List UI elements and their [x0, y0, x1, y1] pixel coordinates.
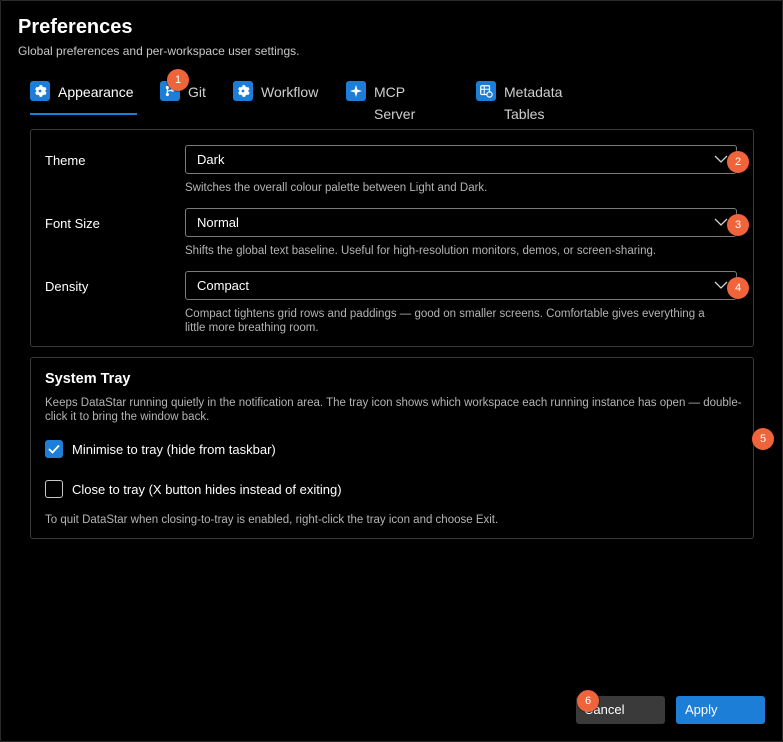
close-to-tray-label: Close to tray (X button hides instead of…	[72, 481, 342, 497]
density-select[interactable]: Compact	[185, 271, 737, 300]
minimise-to-tray-label: Minimise to tray (hide from taskbar)	[72, 441, 276, 457]
sparkle-icon	[346, 81, 366, 101]
tab-label: Git	[188, 84, 206, 100]
annotation-marker: 4	[727, 277, 749, 299]
tray-quit-note: To quit DataStar when closing-to-tray is…	[45, 514, 499, 526]
tab-appearance[interactable]: Appearance	[30, 81, 137, 115]
active-tab-indicator	[30, 113, 137, 115]
theme-value: Dark	[197, 152, 225, 167]
theme-help: Switches the overall colour palette betw…	[185, 182, 488, 194]
preferences-window: Preferences Global preferences and per-w…	[0, 0, 783, 742]
tab-label: Metadata Tables	[504, 84, 563, 122]
chevron-down-icon	[714, 281, 728, 289]
tab-workflow[interactable]: Workflow	[233, 81, 318, 115]
annotation-marker: 2	[727, 151, 749, 173]
table-settings-icon	[476, 81, 496, 101]
system-tray-panel: System Tray Keeps DataStar running quiet…	[30, 357, 754, 539]
chevron-down-icon	[714, 155, 728, 163]
close-to-tray-checkbox[interactable]	[45, 480, 63, 498]
minimise-to-tray-option[interactable]: Minimise to tray (hide from taskbar)	[45, 440, 276, 458]
page-subtitle: Global preferences and per-workspace use…	[18, 44, 300, 58]
system-tray-title: System Tray	[45, 371, 131, 387]
density-help: Compact tightens grid rows and paddings …	[185, 308, 705, 334]
font-size-label: Font Size	[45, 216, 100, 231]
minimise-to-tray-checkbox[interactable]	[45, 440, 63, 458]
theme-label: Theme	[45, 153, 86, 168]
system-tray-description: Keeps DataStar running quietly in the no…	[45, 397, 742, 423]
gear-icon	[233, 81, 253, 101]
annotation-marker: 1	[167, 69, 189, 91]
annotation-marker: 5	[752, 428, 774, 450]
page-title: Preferences	[18, 16, 133, 38]
density-value: Compact	[197, 278, 250, 293]
chevron-down-icon	[714, 218, 728, 226]
tab-label: Workflow	[261, 84, 319, 100]
checkmark-icon	[48, 444, 60, 454]
tab-metadata-tables[interactable]: Metadata Tables	[476, 81, 562, 122]
apply-button[interactable]: Apply	[676, 696, 765, 724]
font-size-help: Shifts the global text baseline. Useful …	[185, 245, 657, 257]
appearance-panel: Theme Dark Switches the overall colour p…	[30, 129, 754, 347]
font-size-value: Normal	[197, 215, 239, 230]
close-to-tray-option[interactable]: Close to tray (X button hides instead of…	[45, 480, 342, 498]
tab-mcp-server[interactable]: MCP Server	[346, 81, 415, 122]
tab-label: MCP Server	[374, 84, 416, 122]
tab-label: Appearance	[58, 84, 134, 100]
theme-select[interactable]: Dark	[185, 145, 737, 174]
density-label: Density	[45, 279, 89, 294]
gear-icon	[30, 81, 50, 101]
annotation-marker: 3	[727, 214, 749, 236]
annotation-marker: 6	[577, 690, 599, 712]
font-size-select[interactable]: Normal	[185, 208, 737, 237]
